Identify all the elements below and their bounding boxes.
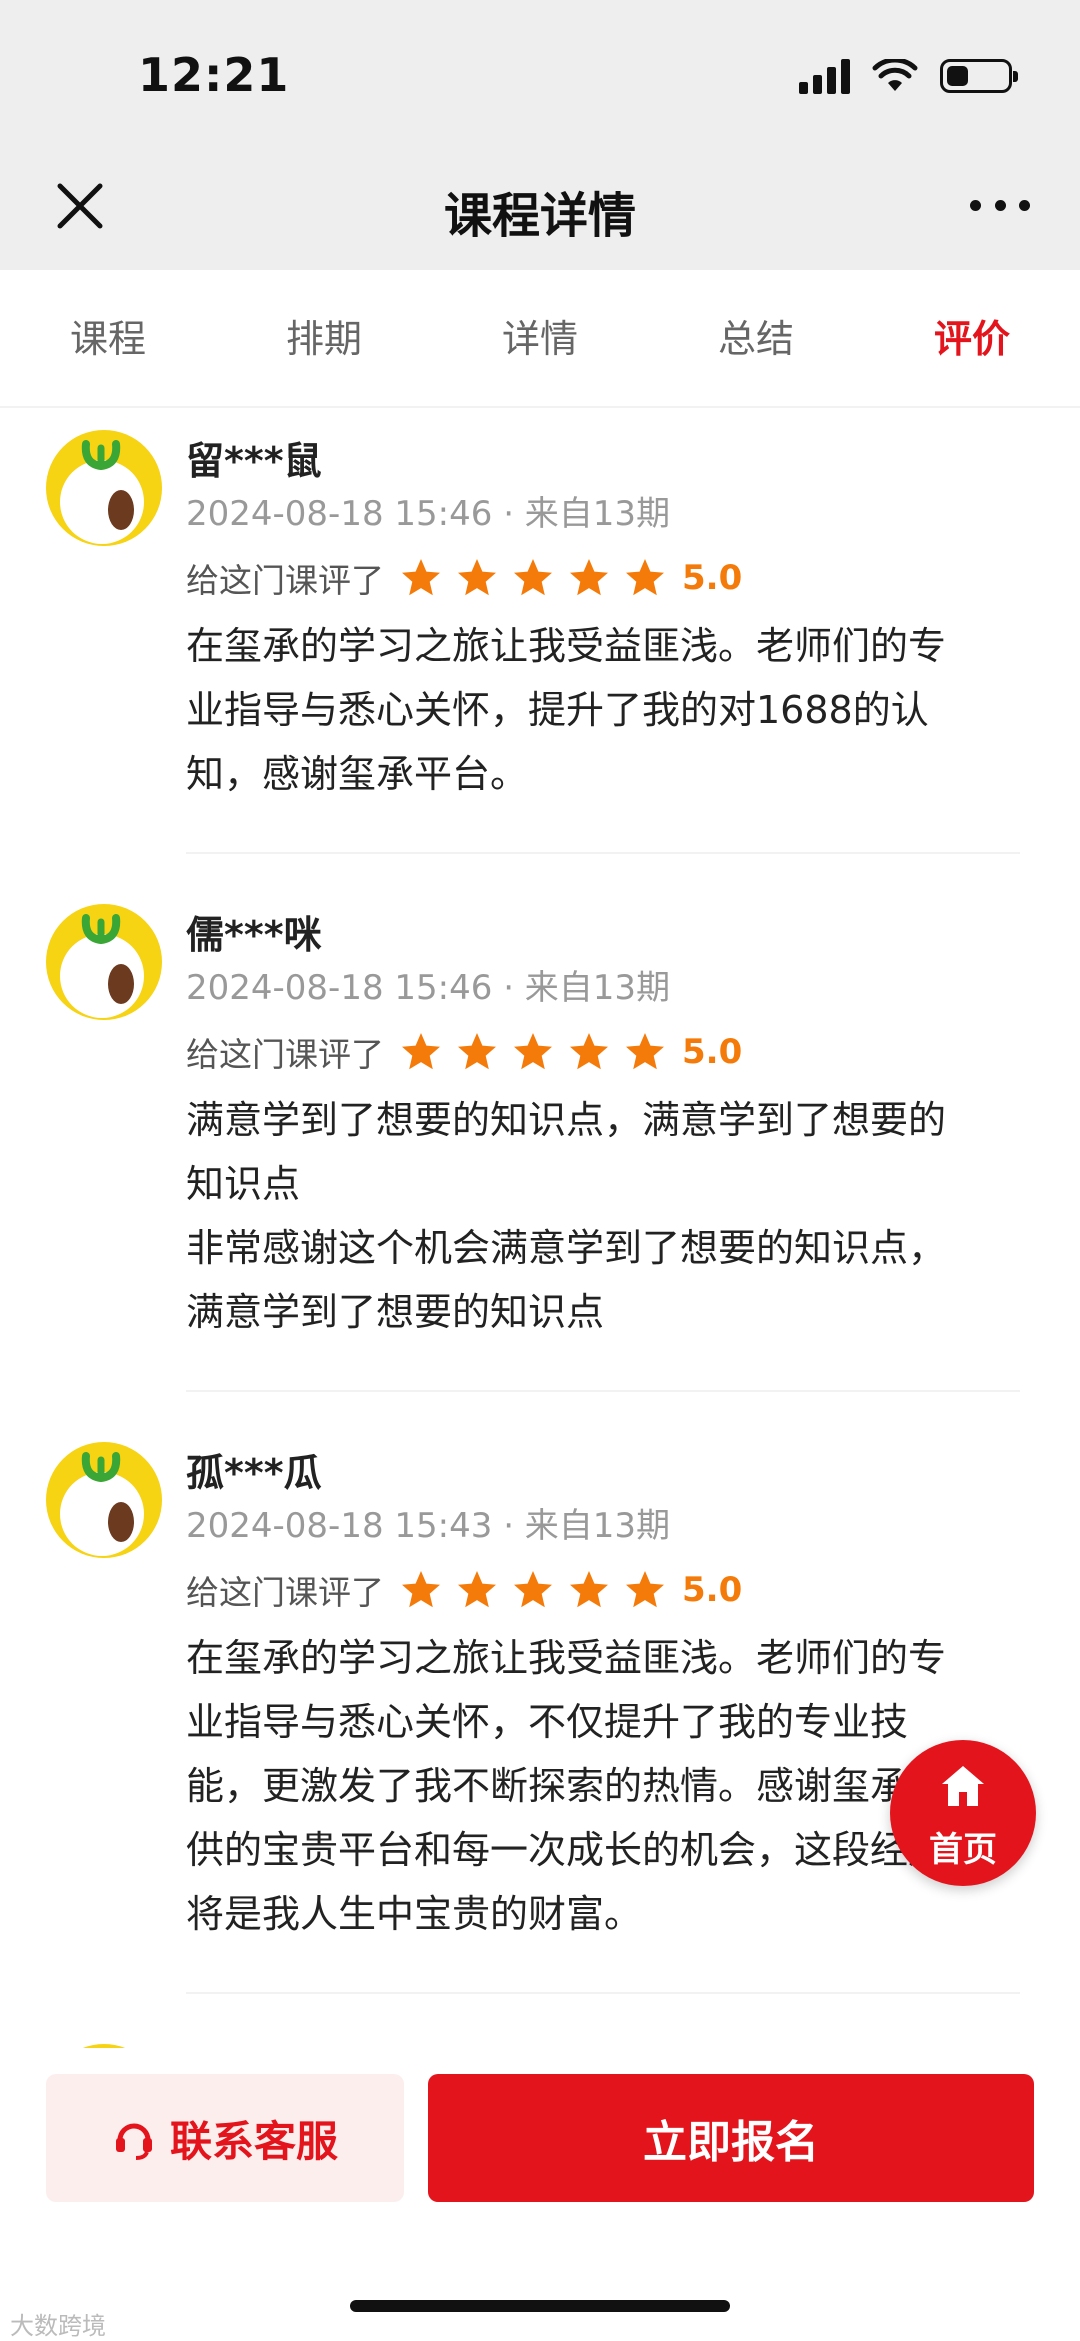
review-meta: 2024-08-18 15:43 · 来自13期 <box>186 1506 671 1546</box>
review-content-line: 非常感谢这个机会满意学到了想要的知识点， <box>186 1226 947 1270</box>
wifi-icon <box>872 59 918 91</box>
reviewer-name: 小***鸡 <box>186 2022 1040 2048</box>
signal-icon <box>799 58 850 94</box>
review-content-line: 满意学到了想要的知识点，满意学到了想要的 <box>186 1098 947 1142</box>
review-content-line: 在玺承的学习之旅让我受益匪浅。老师们的专 <box>186 624 947 668</box>
battery-fill <box>947 66 968 86</box>
rating-label: 给这门课评了 <box>186 1573 384 1612</box>
star-rating <box>400 1569 666 1611</box>
rating-score: 5.0 <box>682 1032 743 1072</box>
tab-reviews[interactable]: 评价 <box>864 270 1080 406</box>
star-icon <box>514 1571 552 1608</box>
reviewer-name: 孤***瓜 <box>186 1451 322 1495</box>
star-icon <box>402 1033 440 1070</box>
home-button[interactable]: 首页 <box>890 1740 1036 1886</box>
battery-icon <box>940 59 1018 93</box>
review-divider <box>186 852 1020 854</box>
rating-score: 5.0 <box>682 1570 743 1610</box>
tab-summary[interactable]: 总结 <box>648 270 864 406</box>
star-icon <box>458 1571 496 1608</box>
rating-score: 5.0 <box>682 558 743 598</box>
review-content-line: 将是我人生中宝贵的财富。 <box>186 1892 643 1936</box>
star-rating <box>400 557 666 599</box>
rating-label: 给这门课评了 <box>186 561 384 600</box>
watermark: 大数跨境 <box>10 2312 106 2340</box>
rating-row: 给这门课评了 5.0 <box>186 546 1040 610</box>
star-icon <box>570 559 608 596</box>
avatar[interactable] <box>46 904 162 1020</box>
review-content-line: 知，感谢玺承平台。 <box>186 752 529 796</box>
status-icons <box>799 58 1018 94</box>
reviewer-name: 儒***咪 <box>186 913 322 957</box>
star-icon <box>570 1033 608 1070</box>
review-item: 小***鸡 <box>0 2022 1080 2048</box>
review-content: 在玺承的学习之旅让我受益匪浅。老师们的专 业指导与悉心关怀，提升了我的对1688的… <box>186 614 1040 806</box>
star-icon <box>626 559 664 596</box>
review-content-line: 在玺承的学习之旅让我受益匪浅。老师们的专 <box>186 1636 947 1680</box>
review-item: 留***鼠 2024-08-18 15:46 · 来自13期 给这门课评了 5.0 在玺… <box>0 408 1080 806</box>
headset-icon <box>115 2123 152 2160</box>
home-icon <box>942 1766 984 1806</box>
home-indicator <box>350 2300 730 2312</box>
star-icon <box>514 1033 552 1070</box>
header-area: 12:21 课程详情 <box>0 0 1080 270</box>
tab-course[interactable]: 课程 <box>0 270 216 406</box>
star-icon <box>458 559 496 596</box>
tab-details[interactable]: 详情 <box>432 270 648 406</box>
contact-service-button[interactable]: 联系客服 <box>46 2074 404 2202</box>
star-icon <box>514 559 552 596</box>
star-icon <box>626 1033 664 1070</box>
rating-row: 给这门课评了 5.0 <box>186 1558 1040 1622</box>
review-content-line: 业指导与悉心关怀，提升了我的对1688的认 <box>186 688 929 732</box>
rating-label: 给这门课评了 <box>186 1035 384 1074</box>
star-rating <box>400 1031 666 1073</box>
star-icon <box>570 1571 608 1608</box>
rating-row: 给这门课评了 5.0 <box>186 1020 1040 1084</box>
bottom-action-bar: 联系客服 立即报名 <box>0 2048 1080 2341</box>
signup-label: 立即报名 <box>643 2117 819 2168</box>
signup-button[interactable]: 立即报名 <box>428 2074 1034 2202</box>
avatar[interactable] <box>46 1442 162 1558</box>
review-divider <box>186 1992 1020 1994</box>
review-item: 儒***咪 2024-08-18 15:46 · 来自13期 给这门课评了 5.0 满意… <box>0 882 1080 1344</box>
review-content-line: 满意学到了想要的知识点 <box>186 1290 605 1334</box>
review-content-line: 知识点 <box>186 1162 301 1206</box>
review-content: 满意学到了想要的知识点，满意学到了想要的 知识点非常感谢这个机会满意学到了想要的知… <box>186 1088 1040 1344</box>
tab-schedule[interactable]: 排期 <box>216 270 432 406</box>
reviewer-name: 留***鼠 <box>186 439 322 483</box>
star-icon <box>458 1033 496 1070</box>
home-button-label: 首页 <box>929 1830 997 1870</box>
star-icon <box>402 1571 440 1608</box>
avatar[interactable] <box>46 430 162 546</box>
page-title: 课程详情 <box>443 188 636 244</box>
review-content-line: 业指导与悉心关怀，不仅提升了我的专业技 <box>186 1700 909 1744</box>
star-icon <box>626 1571 664 1608</box>
more-icon[interactable] <box>970 190 1030 220</box>
status-time: 12:21 <box>138 48 290 102</box>
review-meta: 2024-08-18 15:46 · 来自13期 <box>186 968 671 1008</box>
contact-service-label: 联系客服 <box>169 2116 338 2166</box>
review-meta: 2024-08-18 15:46 · 来自13期 <box>186 494 671 534</box>
star-icon <box>402 559 440 596</box>
tab-bar: 课程 排期 详情 总结 评价 <box>0 270 1080 408</box>
review-divider <box>186 1390 1020 1392</box>
